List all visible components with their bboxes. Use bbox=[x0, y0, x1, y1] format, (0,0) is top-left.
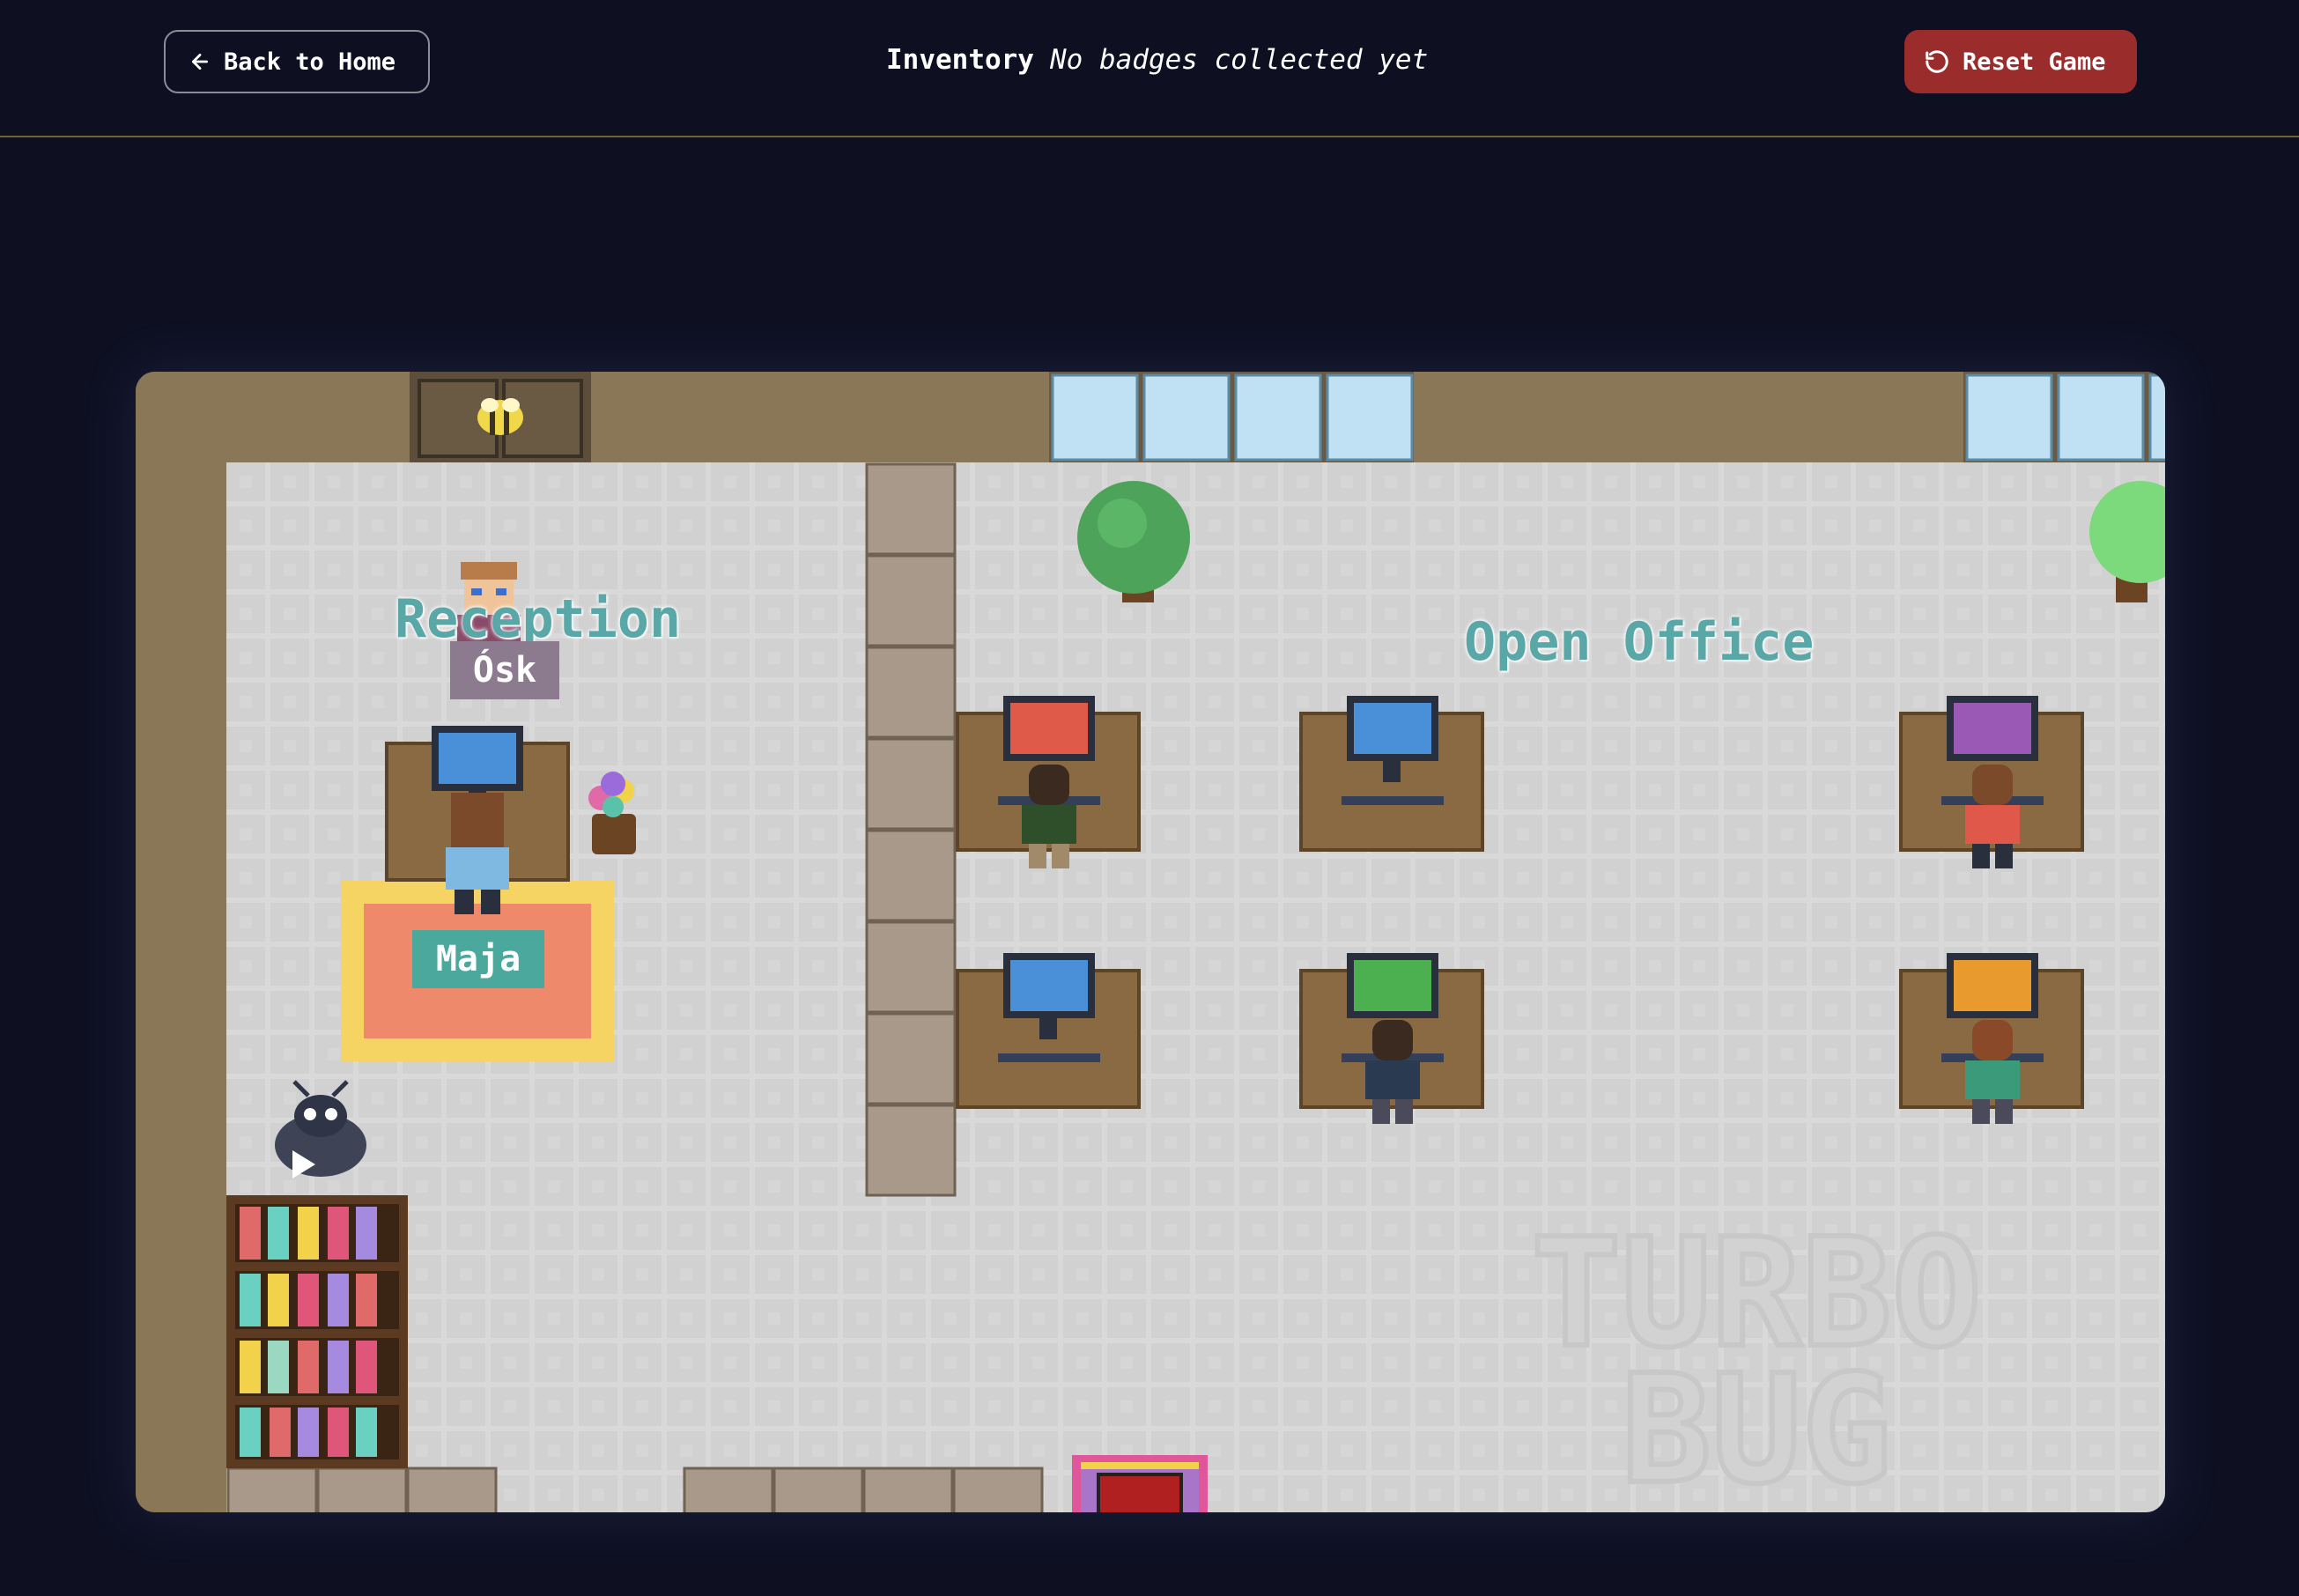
reset-button-label: Reset Game bbox=[1963, 48, 2106, 76]
back-button-label: Back to Home bbox=[224, 48, 396, 76]
bee-sprite[interactable] bbox=[477, 398, 523, 435]
npc-name-maja: Maja bbox=[412, 930, 544, 988]
rotate-ccw-icon bbox=[1926, 50, 1948, 73]
desk-4[interactable] bbox=[956, 953, 1141, 1109]
desk-2[interactable] bbox=[1299, 696, 1484, 852]
inventory: Inventory No badges collected yet bbox=[886, 44, 1428, 76]
top-bar: Back to Home Inventory No badges collecte… bbox=[0, 0, 2299, 137]
bookshelf bbox=[226, 1195, 408, 1468]
reset-game-button[interactable]: Reset Game bbox=[1904, 30, 2137, 93]
game-canvas[interactable]: TURBO BUG Reception Open Office Ósk Maja bbox=[136, 372, 2165, 1512]
watermark-line-2: BUG bbox=[1621, 1343, 1891, 1512]
arcade-machine[interactable] bbox=[1072, 1455, 1208, 1512]
pillar bbox=[865, 462, 957, 1197]
inventory-status: No badges collected yet bbox=[1049, 44, 1429, 76]
arrow-left-icon bbox=[192, 54, 208, 70]
inventory-title: Inventory bbox=[886, 44, 1034, 76]
back-to-home-button[interactable]: Back to Home bbox=[164, 30, 430, 93]
zone-label-open-office: Open Office bbox=[1464, 611, 1815, 673]
play-icon[interactable] bbox=[275, 1138, 328, 1191]
npc-name-osk: Ósk bbox=[450, 641, 559, 699]
